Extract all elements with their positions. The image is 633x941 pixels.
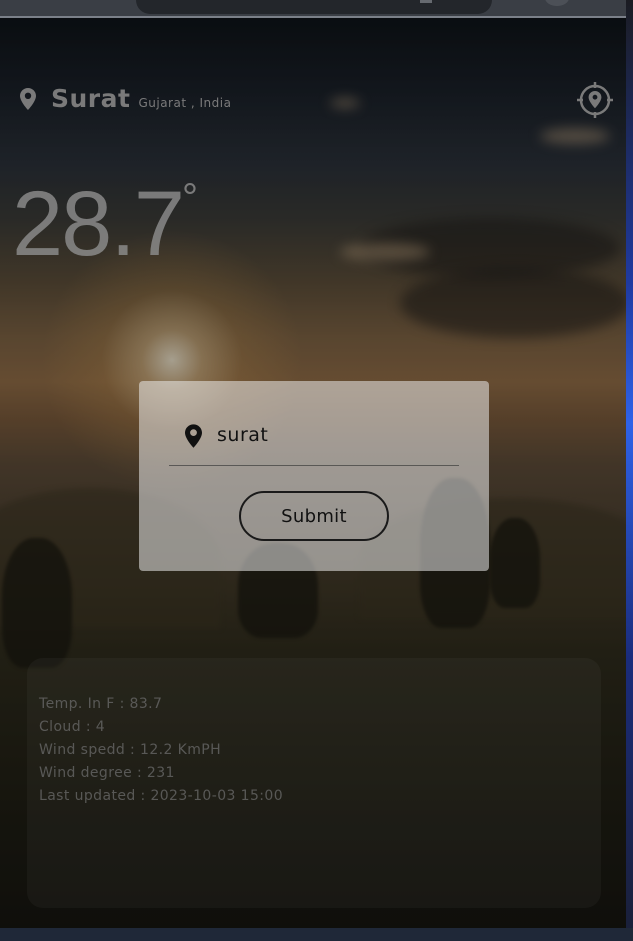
address-bar-indicator [420, 0, 432, 3]
location-pin-icon [185, 424, 202, 448]
browser-top-bar [0, 0, 633, 18]
taskbar-edge [0, 928, 633, 941]
address-bar[interactable] [136, 0, 492, 14]
desktop-edge [626, 0, 633, 941]
browser-profile-button[interactable] [545, 0, 569, 6]
city-search-field [169, 411, 459, 466]
city-search-input[interactable] [217, 421, 447, 449]
city-search-modal: Submit [139, 381, 489, 571]
submit-button[interactable]: Submit [239, 491, 389, 541]
